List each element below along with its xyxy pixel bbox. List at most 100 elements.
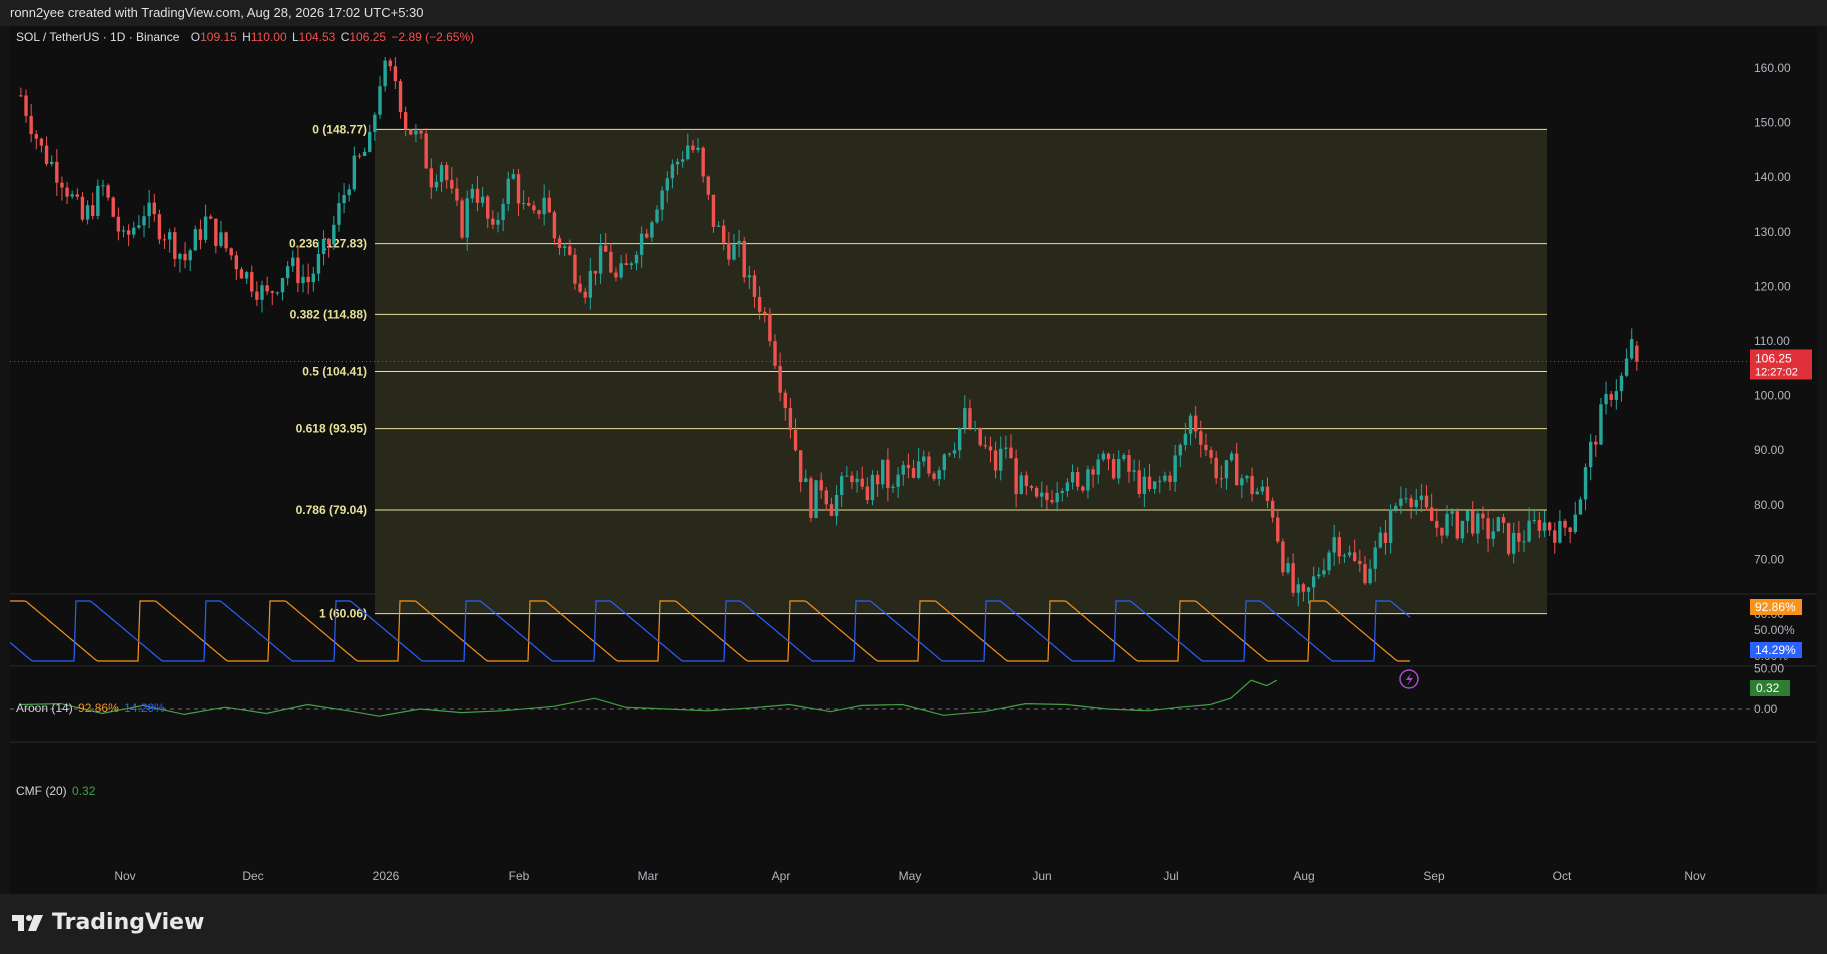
candle-body	[752, 275, 757, 297]
candle-body	[1383, 532, 1388, 543]
candle-body	[1096, 459, 1100, 475]
candle-body	[506, 178, 510, 204]
candle-body	[137, 225, 141, 228]
candle-body	[1255, 491, 1259, 495]
candle-body	[1040, 492, 1044, 497]
candle-body	[1619, 375, 1624, 392]
candle-body	[147, 202, 151, 217]
candle-body	[306, 276, 310, 283]
candle-body	[29, 115, 33, 135]
candle-body	[547, 197, 551, 213]
candle-body	[1512, 532, 1516, 554]
candle-body	[1542, 522, 1547, 531]
candle-body	[444, 165, 449, 181]
candle-body	[491, 218, 495, 225]
candle-body	[845, 475, 849, 477]
brand-name: TradingView	[52, 910, 205, 935]
candle-body	[978, 428, 982, 446]
candle-body	[1224, 460, 1229, 479]
candle-body	[296, 257, 300, 284]
fib-level-label: 0.618 (93.95)	[296, 422, 367, 436]
candle-body	[1204, 444, 1208, 451]
candle-body	[173, 232, 177, 259]
candle-body	[562, 246, 567, 248]
cmf-line	[19, 679, 1278, 717]
tradingview-logo[interactable]: TradingView	[12, 910, 204, 935]
attribution-text: ronn2yee created with TradingView.com, A…	[10, 5, 424, 20]
candle-body	[65, 187, 69, 197]
candle-body	[1353, 552, 1357, 561]
low-label: L	[291, 30, 299, 44]
candle-body	[101, 185, 105, 187]
candle-body	[80, 196, 85, 220]
candle-body	[265, 285, 269, 292]
candle-body	[778, 365, 782, 393]
candle-body	[1024, 475, 1029, 487]
candle-body	[291, 257, 295, 267]
candle-body	[224, 232, 228, 249]
candle-body	[1399, 498, 1403, 506]
chart-area[interactable]: 0 (148.77) 0.236 (127.83) 0.382 (114.88) 0.…	[10, 26, 1817, 894]
candle-body	[1034, 487, 1039, 497]
candle-body	[362, 151, 367, 156]
candle-body	[1111, 459, 1116, 479]
candle-body	[1086, 469, 1090, 491]
candle-body	[583, 291, 587, 298]
candle-body	[1281, 541, 1285, 573]
candle-body	[34, 134, 38, 139]
candle-body	[1173, 455, 1177, 482]
candle-body	[834, 494, 839, 516]
candle-body	[1440, 527, 1444, 536]
candle-body	[763, 311, 767, 314]
price-tick-label: 120.00	[1754, 279, 1791, 293]
candle-body	[773, 341, 777, 366]
attribution-bar: ronn2yee created with TradingView.com, A…	[0, 0, 1827, 26]
candle-body	[419, 130, 423, 134]
candle-body	[106, 185, 110, 198]
candle-body	[439, 165, 444, 182]
candle-body	[275, 292, 280, 294]
candle-body	[527, 203, 531, 206]
candle-body	[460, 200, 464, 238]
candle-body	[1522, 541, 1526, 543]
candle-body	[1070, 472, 1075, 483]
candle-body	[234, 255, 239, 270]
candle-body	[1450, 511, 1454, 514]
candle-body	[1219, 478, 1224, 480]
candle-body	[75, 194, 80, 197]
candle-body	[1491, 531, 1495, 539]
candle-body	[881, 459, 885, 485]
candle-body	[327, 238, 331, 245]
candle-body	[60, 182, 64, 188]
candle-body	[188, 250, 192, 261]
candle-body	[1429, 507, 1434, 521]
candle-body	[680, 159, 685, 162]
candle-body	[963, 408, 967, 429]
open-value: 109.15	[200, 30, 237, 44]
candle-body	[214, 218, 218, 246]
candle-body	[434, 181, 439, 188]
chart-svg[interactable]: 0 (148.77)0.236 (127.83)0.382 (114.88)0.…	[10, 26, 1817, 894]
candle-body	[983, 445, 988, 447]
candle-body	[1594, 441, 1598, 445]
candle-body	[486, 196, 490, 219]
time-tick-label: Oct	[1553, 869, 1572, 883]
candle-body	[1270, 500, 1275, 518]
candle-body	[209, 216, 213, 219]
candle-body	[1091, 469, 1095, 475]
candle-body	[229, 248, 233, 256]
candle-body	[1199, 431, 1203, 445]
candle-body	[414, 130, 418, 135]
candle-body	[49, 161, 54, 164]
candle-body	[424, 133, 428, 169]
cmf-tick-label: 0.00	[1754, 702, 1778, 716]
candle-body	[1142, 476, 1147, 494]
candle-body	[1404, 498, 1408, 500]
candle-body	[1147, 476, 1152, 490]
candle-body	[804, 478, 808, 483]
alert-lightning-icon[interactable]	[1399, 669, 1419, 689]
candle-body	[1193, 415, 1198, 432]
candle-body	[388, 60, 392, 67]
price-tick-label: 70.00	[1754, 552, 1784, 566]
candle-body	[450, 180, 454, 189]
